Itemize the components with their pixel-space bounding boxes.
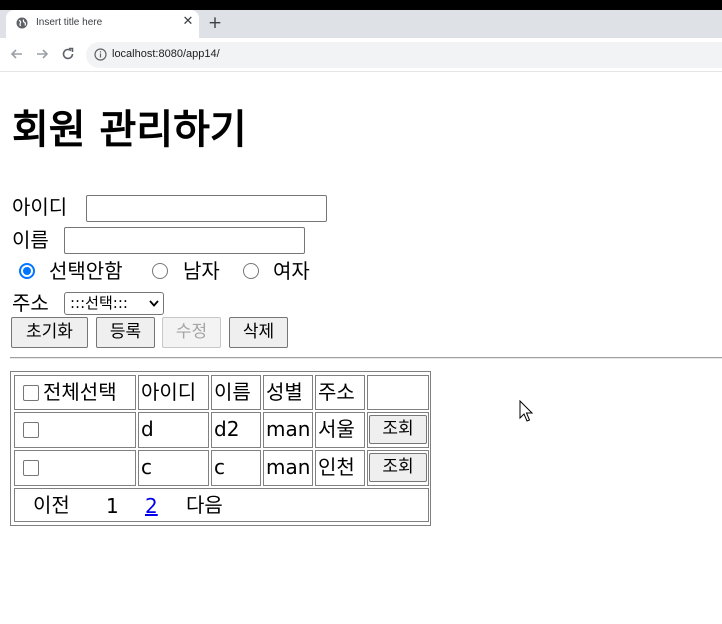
browser-tab[interactable]: Insert title here ✕ (6, 10, 199, 38)
gender-female-radio[interactable] (243, 263, 259, 279)
pagination-next: 다음 (186, 493, 223, 517)
divider (10, 357, 722, 359)
select-all-checkbox[interactable] (23, 385, 39, 401)
address-bar[interactable]: localhost:8080/app14/ (86, 42, 722, 68)
info-icon[interactable] (94, 48, 107, 61)
delete-button[interactable]: 삭제 (229, 317, 288, 348)
tab-strip: Insert title here ✕ + (0, 10, 722, 38)
address-select[interactable]: :::선택::: (64, 292, 164, 315)
row-name-text: d2 (214, 417, 240, 441)
header-action (367, 375, 429, 410)
view-button[interactable]: 조회 (369, 453, 427, 482)
globe-icon (16, 17, 28, 29)
header-address-label: 주소 (318, 380, 355, 404)
forward-icon[interactable] (34, 46, 50, 62)
header-select-all: 전체선택 (14, 375, 136, 410)
register-button[interactable]: 등록 (96, 317, 155, 348)
gender-female-label: 여자 (273, 259, 310, 283)
table-cell-id: d (138, 412, 209, 448)
member-table: 전체선택 아이디 이름 성별 주소 d d2 man 서울 조회 c c man… (10, 371, 431, 526)
header-name: 이름 (211, 375, 261, 410)
reset-button[interactable]: 초기화 (11, 317, 88, 348)
row-checkbox[interactable] (23, 422, 39, 438)
header-gender: 성별 (263, 375, 313, 410)
page-content: 회원 관리하기 아이디 이름 선택안함 남자 여자 주소 :::선택::: 초기… (0, 72, 722, 624)
url-text: localhost:8080/app14/ (112, 48, 220, 60)
row-gender-text: man (266, 417, 311, 441)
header-gender-label: 성별 (266, 380, 303, 404)
id-label: 아이디 (12, 195, 68, 219)
pagination-page-current: 1 (106, 494, 119, 518)
row-name-text: c (214, 455, 225, 479)
header-id: 아이디 (138, 375, 209, 410)
close-tab-icon[interactable]: ✕ (181, 15, 195, 29)
tab-title: Insert title here (36, 17, 103, 28)
row-address-text: 서울 (318, 417, 355, 441)
address-label: 주소 (12, 291, 49, 315)
table-cell-id: c (138, 450, 209, 486)
mouse-cursor-icon (519, 400, 534, 422)
page-title: 회원 관리하기 (12, 107, 247, 153)
reload-icon[interactable] (60, 46, 76, 62)
back-icon[interactable] (9, 46, 25, 62)
pagination-row: 이전 1 2 다음 (14, 488, 429, 522)
gender-male-radio[interactable] (152, 263, 168, 279)
gender-none-radio[interactable] (19, 263, 35, 279)
table-cell-address: 서울 (315, 412, 365, 448)
gender-male-label: 남자 (183, 259, 220, 283)
header-name-label: 이름 (214, 380, 251, 404)
table-row-select (14, 450, 136, 486)
gender-none-label: 선택안함 (49, 259, 123, 283)
header-select-all-label: 전체선택 (43, 380, 117, 404)
table-cell-gender: man (263, 412, 313, 448)
table-cell-action: 조회 (367, 412, 429, 448)
pagination-page-link[interactable]: 2 (145, 490, 158, 521)
table-cell-action: 조회 (367, 450, 429, 486)
window-top-bar (0, 0, 722, 10)
row-checkbox[interactable] (23, 460, 39, 476)
address-select-value: :::선택::: (70, 294, 128, 312)
pagination-prev: 이전 (33, 493, 70, 517)
row-address-text: 인천 (318, 455, 355, 479)
row-id-text: c (141, 455, 152, 479)
header-id-label: 아이디 (141, 380, 197, 404)
name-input[interactable] (64, 227, 305, 254)
name-label: 이름 (12, 228, 49, 252)
chevron-down-icon (149, 300, 159, 307)
browser-toolbar: localhost:8080/app14/ (0, 38, 722, 72)
header-address: 주소 (315, 375, 365, 410)
table-row-select (14, 412, 136, 448)
table-cell-name: c (211, 450, 261, 486)
row-id-text: d (141, 417, 154, 441)
table-cell-name: d2 (211, 412, 261, 448)
id-input[interactable] (86, 195, 327, 222)
edit-button: 수정 (162, 317, 221, 348)
view-button[interactable]: 조회 (369, 415, 427, 444)
row-gender-text: man (266, 455, 311, 479)
table-cell-gender: man (263, 450, 313, 486)
new-tab-icon[interactable]: + (206, 14, 224, 32)
table-cell-address: 인천 (315, 450, 365, 486)
